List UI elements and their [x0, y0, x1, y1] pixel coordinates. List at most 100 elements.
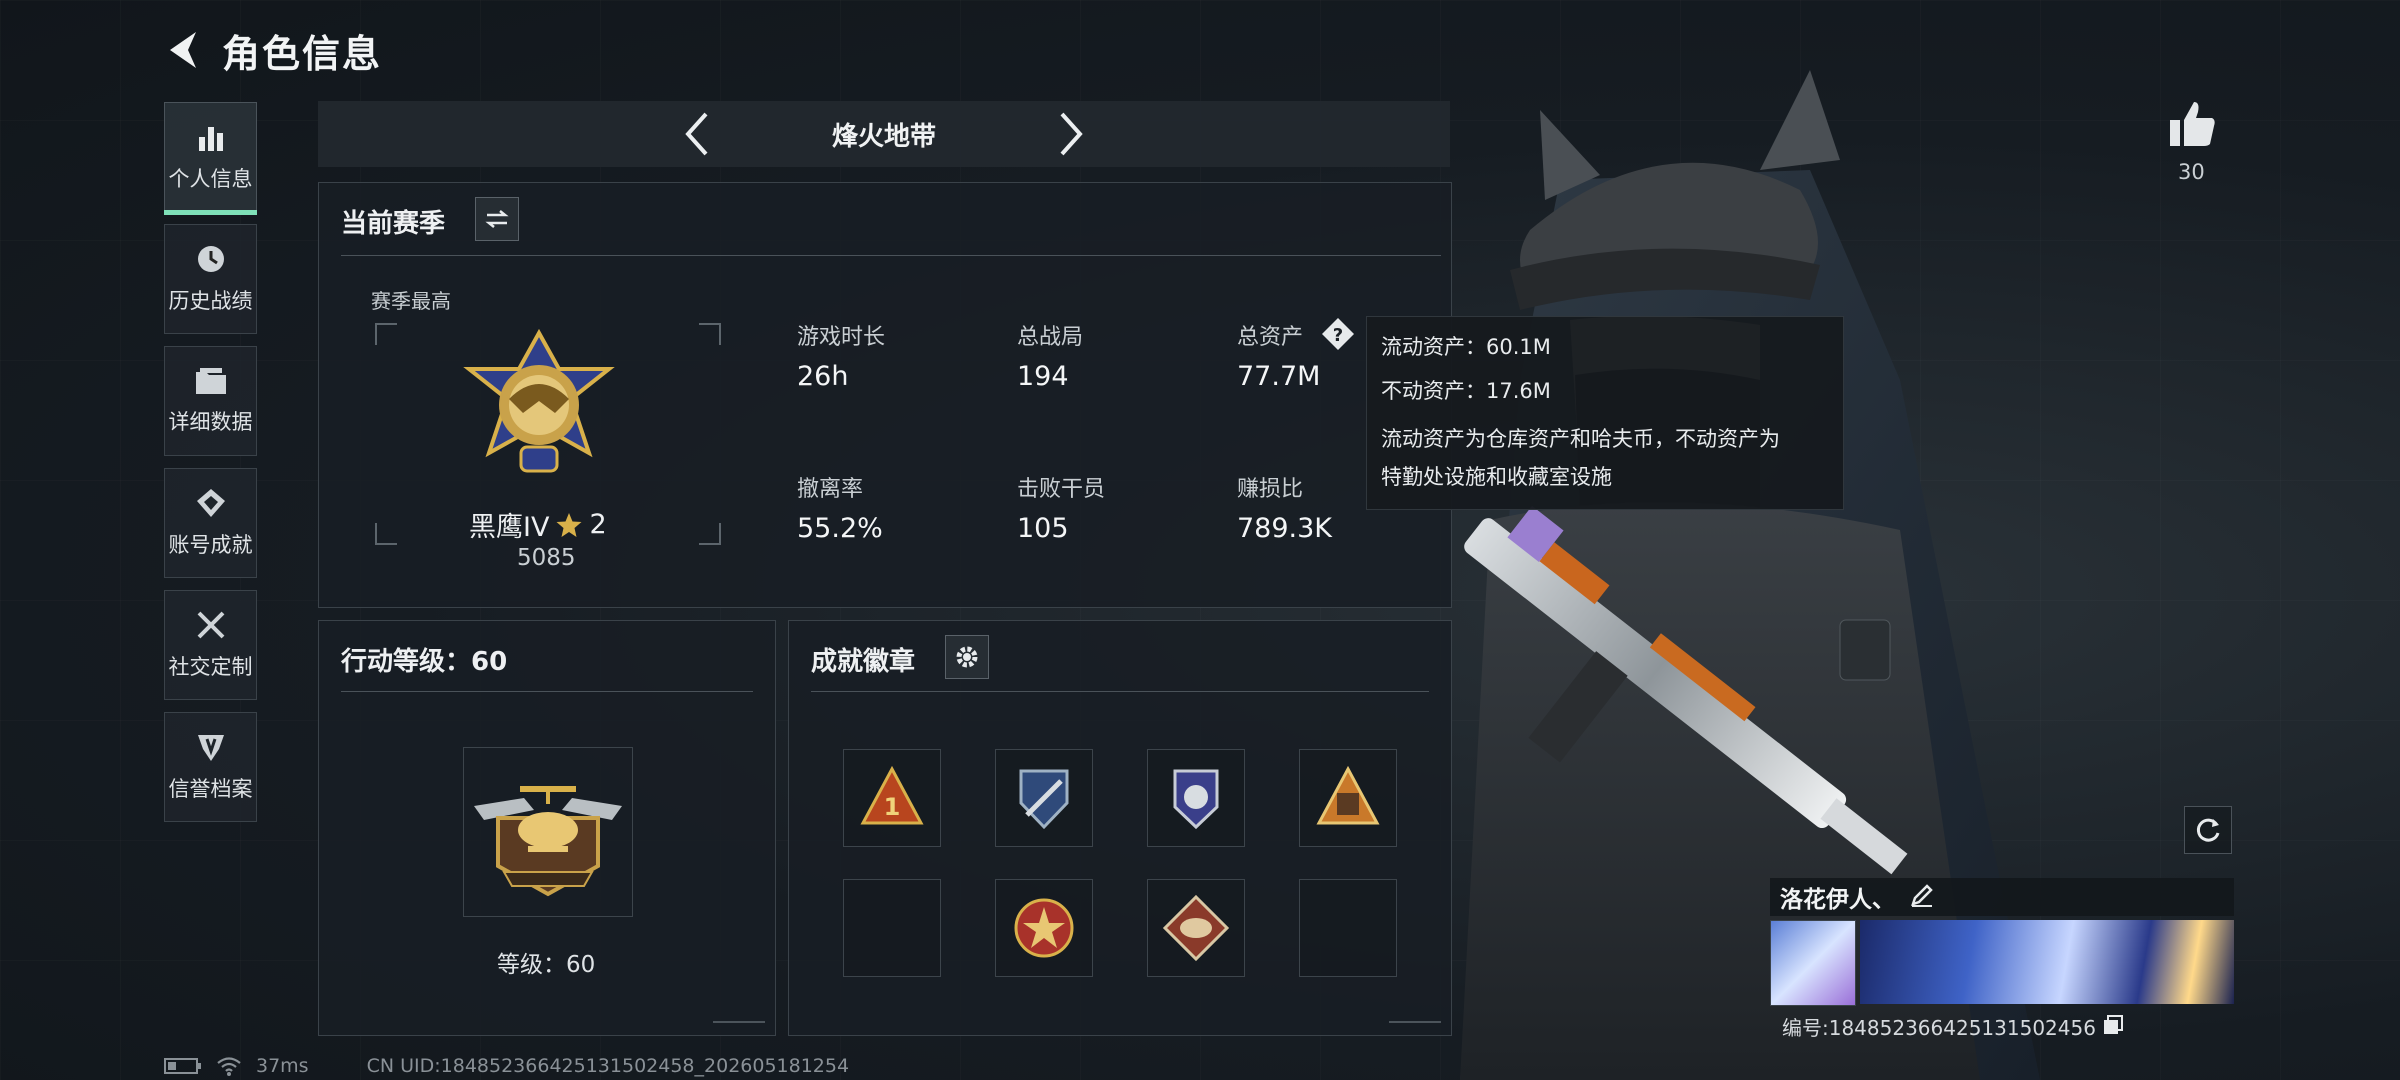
level-text: 等级：60 — [497, 952, 596, 978]
pencil-icon — [1911, 884, 1933, 907]
shield-icon — [197, 735, 224, 761]
sidebar-item-details[interactable]: 详细数据 — [164, 346, 257, 456]
svg-text:?: ? — [1333, 325, 1343, 346]
achievement-slot-empty[interactable] — [1299, 879, 1397, 977]
stat-label: 撤离率 — [797, 477, 864, 502]
player-banner — [1860, 920, 2234, 1004]
sidebar-item-reputation[interactable]: 信誉档案 — [164, 712, 257, 822]
player-card: 洛花伊人、 — [1770, 878, 2234, 1008]
like-count: 30 — [2178, 160, 2205, 184]
mode-next-button[interactable] — [1048, 111, 1094, 157]
asset-help-button[interactable]: ? — [1321, 317, 1355, 351]
season-panel: 当前赛季 赛季最高 黑鹰IV 2 5085 游戏时长 26h 总战局 194 总… — [318, 182, 1452, 608]
tooltip-fixed-assets: 不动资产：17.6M — [1381, 379, 1551, 403]
rank-name-row: 黑鹰IV 2 — [469, 505, 607, 544]
star-medal-badge-icon — [1014, 898, 1074, 958]
soldiers-badge-icon — [1316, 765, 1380, 825]
frame-corner — [699, 323, 721, 345]
clock-icon — [197, 246, 224, 272]
chevron-left-icon — [685, 112, 708, 156]
mode-name: 烽火地带 — [831, 121, 936, 152]
achievement-icon — [196, 489, 225, 517]
edit-name-button[interactable] — [1909, 882, 1935, 912]
stat-label: 赚损比 — [1237, 477, 1304, 502]
achievement-badge[interactable] — [1147, 879, 1245, 977]
police-badge-icon — [1173, 769, 1219, 830]
sidebar-item-personal-info[interactable]: 个人信息 — [164, 102, 257, 215]
stat-label: 总战局 — [1017, 325, 1084, 350]
sword-shield-badge-icon — [1019, 769, 1069, 830]
gear-icon — [956, 646, 978, 668]
stat-value: 194 — [1017, 361, 1069, 392]
sidebar-item-history[interactable]: 历史战绩 — [164, 224, 257, 334]
achievement-badge[interactable] — [1299, 749, 1397, 847]
sidebar-item-label: 个人信息 — [168, 167, 253, 191]
sidebar-item-social[interactable]: 社交定制 — [164, 590, 257, 700]
thumbs-up-icon — [2170, 102, 2215, 146]
achievement-slot-empty[interactable] — [843, 879, 941, 977]
sidebar: 个人信息 历史战绩 详细数据 账号成就 社交定制 信誉档案 — [164, 102, 257, 822]
mode-prev-button[interactable] — [674, 111, 720, 157]
action-level-panel: 行动等级：60 等级：60 — [318, 620, 776, 1036]
sidebar-item-label: 信誉档案 — [168, 777, 253, 801]
stat-value: 77.7M — [1237, 361, 1321, 392]
status-bar: 37ms CN UID:1848523664251315024​58_20260… — [164, 1054, 849, 1078]
tooltip-description-line-2: 特勤处设施和收藏室设施 — [1381, 465, 1612, 489]
panel-corner-mark — [713, 1011, 765, 1023]
asset-tooltip: 流动资产：60.1M 不动资产：17.6M 流动资产为仓库资产和哈夫币，不动资产… — [1366, 316, 1844, 510]
achievement-settings-button[interactable] — [945, 635, 989, 679]
rank-score: 5085 — [517, 545, 576, 571]
copy-icon — [2103, 1014, 2123, 1034]
divider — [811, 691, 1429, 692]
stat-label: 游戏时长 — [797, 325, 886, 350]
player-id: 编号:1848523664251315024​56 — [1782, 1016, 2096, 1040]
rank-name: 黑鹰IV — [469, 512, 550, 543]
achievements-title: 成就徽章 — [811, 647, 916, 677]
season-switch-button[interactable] — [475, 197, 519, 241]
refresh-icon — [2196, 818, 2220, 842]
question-icon: ? — [1322, 318, 1354, 350]
swap-icon — [485, 210, 509, 228]
panel-corner-mark — [1389, 1011, 1441, 1023]
wifi-icon — [217, 1057, 241, 1076]
achievement-badge[interactable] — [1147, 749, 1245, 847]
copy-id-button[interactable] — [2102, 1014, 2124, 1040]
rank-emblem — [463, 329, 615, 473]
frame-corner — [699, 523, 721, 545]
sidebar-item-label: 历史战绩 — [168, 289, 253, 313]
season-best-label: 赛季最高 — [371, 289, 451, 313]
uid-text: CN UID:1848523664251315024​58_2026051812… — [366, 1055, 850, 1077]
achievement-badge[interactable] — [995, 749, 1093, 847]
tooltip-liquid-assets: 流动资产：60.1M — [1381, 335, 1551, 359]
player-name: 洛花伊人、 — [1780, 887, 1895, 913]
sidebar-item-achievements[interactable]: 账号成就 — [164, 468, 257, 578]
diamond-badge-icon — [1162, 894, 1230, 962]
player-id-row: 编号:1848523664251315024​56 — [1782, 1012, 2124, 1041]
divider — [341, 691, 753, 692]
refresh-button[interactable] — [2184, 806, 2232, 854]
player-avatar[interactable] — [1770, 920, 1856, 1006]
back-arrow-icon — [170, 32, 196, 68]
ping-value: 37ms — [256, 1055, 309, 1077]
bar-chart-icon — [198, 127, 223, 151]
tools-icon — [197, 611, 224, 639]
achievement-badge[interactable]: 1 — [843, 749, 941, 847]
sidebar-item-label: 社交定制 — [168, 655, 253, 679]
star-icon — [556, 512, 582, 537]
divider — [341, 255, 1441, 256]
back-button[interactable] — [160, 28, 204, 72]
tooltip-description-line-1: 流动资产为仓库资产和哈夫币，不动资产为 — [1381, 427, 1780, 451]
sidebar-item-label: 详细数据 — [168, 410, 253, 434]
page-title: 角色信息 — [222, 31, 383, 76]
achievement-badge[interactable] — [995, 879, 1093, 977]
like-button[interactable] — [2166, 98, 2218, 150]
action-level-title: 行动等级：60 — [341, 647, 508, 677]
chevron-right-icon — [1060, 112, 1083, 156]
season-title: 当前赛季 — [341, 209, 446, 239]
level-emblem-frame — [463, 747, 633, 917]
frame-corner — [375, 523, 397, 545]
player-name-row: 洛花伊人、 — [1770, 878, 2234, 916]
sidebar-item-label: 账号成就 — [168, 533, 253, 557]
achievements-panel: 成就徽章 1 — [788, 620, 1452, 1036]
triangle-badge-icon: 1 — [860, 765, 924, 825]
